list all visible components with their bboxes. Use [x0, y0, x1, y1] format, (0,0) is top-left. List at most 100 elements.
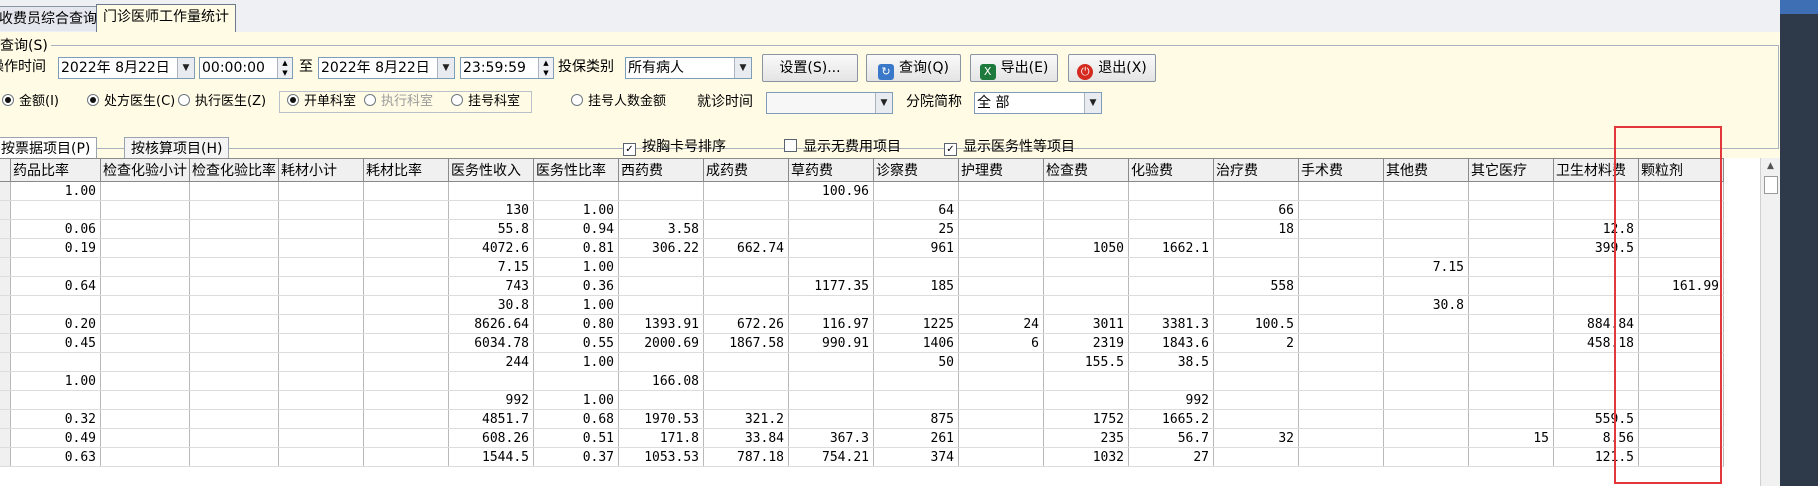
- table-cell[interactable]: [1553, 390, 1639, 410]
- table-cell[interactable]: [448, 371, 534, 391]
- table-cell[interactable]: 1393.91: [618, 314, 704, 334]
- table-cell[interactable]: [1468, 219, 1554, 239]
- table-cell[interactable]: [1383, 181, 1469, 201]
- table-cell[interactable]: 121.5: [1553, 447, 1639, 467]
- row-indicator[interactable]: [0, 257, 11, 277]
- table-cell[interactable]: [703, 371, 789, 391]
- table-cell[interactable]: [1213, 181, 1299, 201]
- table-cell[interactable]: [1043, 390, 1129, 410]
- table-cell[interactable]: 25: [873, 219, 959, 239]
- spin-down-icon[interactable]: ▼: [278, 68, 292, 78]
- table-cell[interactable]: [10, 257, 101, 277]
- table-row[interactable]: 130 1.00 64 66: [0, 200, 1724, 220]
- table-cell[interactable]: 2: [1213, 333, 1299, 353]
- table-cell[interactable]: 0.64: [10, 276, 101, 296]
- radio-registration-dept[interactable]: 挂号科室: [451, 91, 520, 113]
- radio-ordering-dept[interactable]: 开单科室: [287, 91, 356, 113]
- table-cell[interactable]: [1638, 219, 1724, 239]
- table-cell[interactable]: [1383, 447, 1469, 467]
- chevron-down-icon[interactable]: ▼: [177, 58, 194, 78]
- table-cell[interactable]: 0.45: [10, 333, 101, 353]
- table-cell[interactable]: 0.68: [533, 409, 619, 429]
- table-cell[interactable]: [363, 371, 449, 391]
- table-cell[interactable]: 56.7: [1128, 428, 1214, 448]
- table-cell[interactable]: [1638, 257, 1724, 277]
- table-cell[interactable]: [1213, 390, 1299, 410]
- table-cell[interactable]: 1.00: [533, 257, 619, 277]
- table-cell[interactable]: [1298, 200, 1384, 220]
- table-cell[interactable]: [363, 314, 449, 334]
- radio-executing-dept[interactable]: 执行科室: [364, 91, 433, 113]
- column-header[interactable]: 化验费: [1128, 158, 1214, 182]
- table-cell[interactable]: [189, 390, 279, 410]
- table-cell[interactable]: [363, 200, 449, 220]
- table-cell[interactable]: [1043, 371, 1129, 391]
- table-cell[interactable]: [1298, 314, 1384, 334]
- table-cell[interactable]: [1468, 238, 1554, 258]
- table-cell[interactable]: 321.2: [703, 409, 789, 429]
- chevron-down-icon[interactable]: ▼: [437, 58, 454, 78]
- table-row[interactable]: 992 1.00 992: [0, 390, 1724, 410]
- column-header[interactable]: 耗材小计: [278, 158, 364, 182]
- table-cell[interactable]: [1383, 371, 1469, 391]
- table-row[interactable]: 0.64 743 0.36 1177.35 185 558 161.99: [0, 276, 1724, 296]
- table-cell[interactable]: 0.19: [10, 238, 101, 258]
- table-cell[interactable]: [278, 181, 364, 201]
- table-cell[interactable]: 0.94: [533, 219, 619, 239]
- table-cell[interactable]: 0.37: [533, 447, 619, 467]
- table-cell[interactable]: 0.36: [533, 276, 619, 296]
- table-cell[interactable]: [958, 238, 1044, 258]
- table-cell[interactable]: [788, 219, 874, 239]
- scrollbar-thumb[interactable]: [1764, 176, 1778, 194]
- table-cell[interactable]: [1213, 257, 1299, 277]
- table-cell[interactable]: [10, 295, 101, 315]
- row-indicator[interactable]: [0, 181, 11, 201]
- column-header[interactable]: 药品比率: [10, 158, 101, 182]
- table-cell[interactable]: [278, 428, 364, 448]
- table-cell[interactable]: [363, 409, 449, 429]
- column-header[interactable]: 其它医疗: [1468, 158, 1554, 182]
- table-cell[interactable]: [788, 200, 874, 220]
- table-cell[interactable]: 367.3: [788, 428, 874, 448]
- table-cell[interactable]: [1553, 257, 1639, 277]
- table-cell[interactable]: [189, 447, 279, 467]
- table-cell[interactable]: [1298, 371, 1384, 391]
- table-cell[interactable]: [1638, 238, 1724, 258]
- row-indicator[interactable]: [0, 371, 11, 391]
- table-cell[interactable]: [189, 219, 279, 239]
- scroll-up-icon[interactable]: ▲: [1761, 158, 1780, 174]
- row-indicator[interactable]: [0, 200, 11, 220]
- table-cell[interactable]: [1468, 333, 1554, 353]
- table-cell[interactable]: 672.26: [703, 314, 789, 334]
- table-cell[interactable]: [10, 352, 101, 372]
- table-cell[interactable]: [958, 219, 1044, 239]
- table-cell[interactable]: [189, 295, 279, 315]
- table-cell[interactable]: 3011: [1043, 314, 1129, 334]
- table-cell[interactable]: [363, 276, 449, 296]
- table-cell[interactable]: [703, 219, 789, 239]
- table-cell[interactable]: [1298, 181, 1384, 201]
- table-cell[interactable]: [1638, 295, 1724, 315]
- table-cell[interactable]: [189, 276, 279, 296]
- table-row[interactable]: 244 1.00 50 155.5 38.5: [0, 352, 1724, 372]
- table-cell[interactable]: 992: [448, 390, 534, 410]
- table-row[interactable]: 1.00 166.08: [0, 371, 1724, 391]
- table-cell[interactable]: [958, 409, 1044, 429]
- exit-button[interactable]: ⏻ 退出(X): [1068, 54, 1156, 82]
- table-cell[interactable]: [788, 409, 874, 429]
- subtab-by-accounting-item[interactable]: 按核算项目(H): [124, 137, 230, 159]
- table-cell[interactable]: [1128, 257, 1214, 277]
- column-header[interactable]: 检查化验小计: [100, 158, 190, 182]
- table-cell[interactable]: [278, 238, 364, 258]
- table-cell[interactable]: 1.00: [533, 390, 619, 410]
- table-cell[interactable]: [363, 428, 449, 448]
- table-cell[interactable]: [100, 428, 190, 448]
- table-cell[interactable]: [189, 409, 279, 429]
- time-from-spinner[interactable]: ▲ ▼: [277, 58, 292, 78]
- table-row[interactable]: 0.63 1544.5 0.37 1053.53 787.18 754.21 374 1032…: [0, 447, 1724, 467]
- table-cell[interactable]: 55.8: [448, 219, 534, 239]
- table-cell[interactable]: [788, 352, 874, 372]
- table-cell[interactable]: 0.81: [533, 238, 619, 258]
- table-cell[interactable]: [100, 333, 190, 353]
- row-indicator[interactable]: [0, 314, 11, 334]
